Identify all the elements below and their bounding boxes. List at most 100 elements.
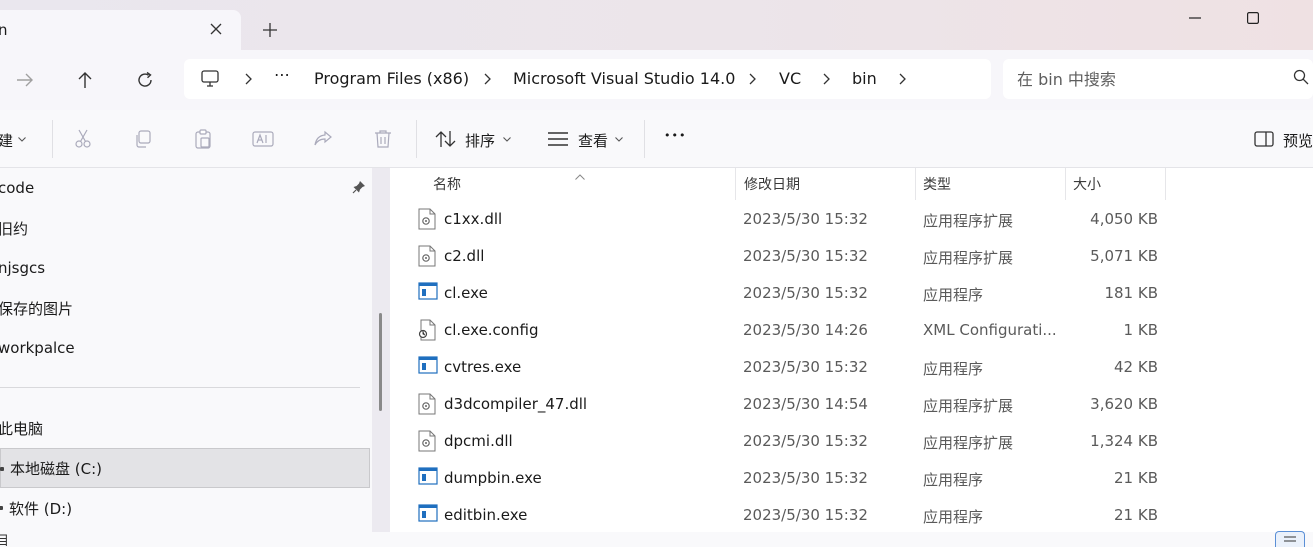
sidebar-item-workpalce[interactable]: workpalce [0, 328, 370, 368]
navigation-pane: code 旧约 njsgcs 保存的图片 workpalce 此电脑 本地磁盘 … [0, 168, 372, 538]
status-bar: 目 [0, 532, 1313, 547]
file-date: 2023/5/30 15:32 [743, 284, 868, 302]
file-date: 2023/5/30 15:32 [743, 432, 868, 450]
table-row[interactable]: cvtres.exe 2023/5/30 15:32 应用程序 42 KB [390, 348, 1170, 385]
chevron-down-icon[interactable] [613, 127, 625, 151]
file-type: 应用程序扩展 [923, 397, 1014, 415]
tab-current[interactable]: n [0, 10, 241, 50]
sidebar-item-njsgcs[interactable]: njsgcs [0, 248, 370, 288]
cut-icon[interactable] [71, 127, 95, 151]
command-divider [644, 120, 645, 158]
column-header-name[interactable]: 名称 [433, 168, 461, 200]
file-size: 21 KB [1114, 469, 1158, 487]
chevron-right-icon[interactable] [895, 69, 909, 89]
delete-icon[interactable] [371, 127, 395, 151]
sort-button[interactable]: 排序 [465, 130, 495, 151]
sidebar-item-saved-pictures[interactable]: 保存的图片 [0, 288, 370, 328]
sidebar-item-label: 软件 (D:) [9, 499, 73, 518]
refresh-icon[interactable] [130, 65, 160, 95]
sidebar-item-label: 本地磁盘 (C:) [10, 459, 102, 478]
file-type: 应用程序扩展 [923, 434, 1014, 452]
address-segment-vc[interactable]: VC [779, 69, 801, 88]
chevron-right-icon[interactable] [480, 69, 494, 89]
dll-file-icon [418, 208, 438, 230]
new-tab-icon[interactable] [258, 18, 282, 42]
file-type: XML Configurati... [923, 321, 1057, 339]
search-box[interactable] [1003, 59, 1313, 99]
table-row[interactable]: cl.exe.config 2023/5/30 14:26 XML Configur… [390, 311, 1170, 348]
sidebar-item-local-disk-c[interactable]: 本地磁盘 (C:) [0, 448, 370, 488]
maximize-icon[interactable] [1230, 4, 1276, 32]
this-pc-icon[interactable] [200, 69, 220, 93]
search-input[interactable] [1017, 67, 1277, 91]
paste-icon[interactable] [191, 127, 215, 151]
column-divider[interactable] [915, 168, 916, 200]
status-text: 目 [0, 534, 10, 547]
column-header-size[interactable]: 大小 [1073, 168, 1101, 200]
file-name: d3dcompiler_47.dll [444, 395, 588, 413]
up-icon[interactable] [70, 65, 100, 95]
chevron-right-icon[interactable] [241, 69, 255, 89]
sidebar-item-label: code [0, 179, 35, 197]
file-type: 应用程序 [923, 471, 984, 489]
chevron-right-icon[interactable] [819, 69, 833, 89]
sidebar-item-label: njsgcs [0, 259, 46, 277]
column-header-date[interactable]: 修改日期 [744, 168, 800, 200]
table-row[interactable]: dumpbin.exe 2023/5/30 15:32 应用程序 21 KB [390, 459, 1170, 496]
table-row[interactable]: d3dcompiler_47.dll 2023/5/30 14:54 应用程序扩展 3… [390, 385, 1170, 422]
rename-icon[interactable] [251, 127, 275, 151]
sort-icon[interactable] [434, 127, 458, 151]
sidebar-item-label: workpalce [0, 339, 75, 357]
table-row[interactable]: cl.exe 2023/5/30 15:32 应用程序 181 KB [390, 274, 1170, 311]
column-header-type[interactable]: 类型 [923, 168, 951, 200]
forward-icon[interactable] [10, 65, 40, 95]
expand-arrow-icon[interactable] [0, 506, 3, 510]
column-divider[interactable] [1065, 168, 1066, 200]
sidebar-item-old-testament[interactable]: 旧约 [0, 208, 370, 248]
copy-icon[interactable] [131, 127, 155, 151]
more-options-button[interactable]: ••• [664, 129, 686, 142]
file-date: 2023/5/30 15:32 [743, 210, 868, 228]
chevron-right-icon[interactable] [745, 69, 759, 89]
file-date: 2023/5/30 15:32 [743, 247, 868, 265]
search-icon[interactable] [1293, 69, 1313, 89]
address-more-button[interactable]: ⋯ [274, 65, 290, 84]
application-icon [418, 504, 438, 526]
expand-arrow-icon[interactable] [0, 467, 4, 471]
table-row[interactable]: c1xx.dll 2023/5/30 15:32 应用程序扩展 4,050 KB [390, 200, 1170, 237]
address-segment-program-files[interactable]: Program Files (x86) [314, 69, 469, 88]
sidebar-item-software-d[interactable]: 软件 (D:) [0, 488, 370, 528]
address-segment-bin[interactable]: bin [852, 69, 877, 88]
share-icon[interactable] [311, 127, 335, 151]
pin-icon[interactable] [352, 180, 366, 198]
minimize-icon[interactable] [1172, 4, 1218, 32]
preview-pane-icon[interactable] [1252, 127, 1276, 151]
chevron-down-icon[interactable] [501, 127, 513, 151]
file-date: 2023/5/30 15:32 [743, 358, 868, 376]
new-button[interactable]: 建 [0, 130, 13, 151]
sidebar-item-code[interactable]: code [0, 168, 370, 208]
column-divider[interactable] [1165, 168, 1166, 200]
config-file-icon [418, 319, 438, 341]
table-row[interactable]: dpcmi.dll 2023/5/30 15:32 应用程序扩展 1,324 KB [390, 422, 1170, 459]
preview-button[interactable]: 预览 [1283, 130, 1313, 151]
table-row[interactable]: c2.dll 2023/5/30 15:32 应用程序扩展 5,071 KB [390, 237, 1170, 274]
view-button[interactable]: 查看 [578, 130, 608, 151]
sidebar-scrollbar[interactable] [379, 313, 382, 411]
address-segment-visual-studio[interactable]: Microsoft Visual Studio 14.0 [513, 69, 735, 88]
details-view-toggle[interactable] [1275, 531, 1305, 547]
file-type: 应用程序 [923, 360, 984, 378]
file-name: cl.exe.config [444, 321, 539, 339]
dll-file-icon [418, 430, 438, 452]
command-divider [416, 120, 417, 158]
column-divider[interactable] [735, 168, 736, 200]
table-row[interactable]: editbin.exe 2023/5/30 15:32 应用程序 21 KB [390, 496, 1170, 533]
file-name: cvtres.exe [444, 358, 522, 376]
sidebar-item-this-pc[interactable]: 此电脑 [0, 408, 370, 448]
file-date: 2023/5/30 15:32 [743, 469, 868, 487]
view-icon[interactable] [546, 127, 570, 151]
close-tab-icon[interactable] [205, 18, 227, 40]
address-bar[interactable]: ⋯ Program Files (x86) Microsoft Visual S… [184, 59, 991, 99]
chevron-down-icon[interactable] [16, 127, 28, 151]
file-size: 181 KB [1104, 284, 1158, 302]
